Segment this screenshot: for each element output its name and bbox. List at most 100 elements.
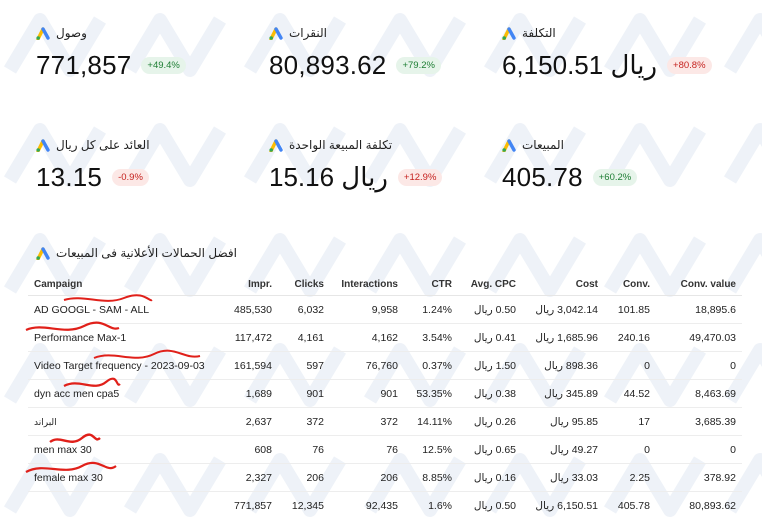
conversion-value-cell: 378.92: [656, 463, 742, 492]
column-header-impressions[interactable]: Impr.: [218, 273, 278, 296]
kpi-value: 405.78: [502, 162, 583, 192]
kpi-card-reach: وصول 771,857 +49.4%: [36, 24, 266, 94]
kpi-change-badge: +49.4%: [141, 57, 186, 74]
campaign-cell[interactable]: البراند: [28, 407, 218, 436]
total-ctr: 1.6%: [428, 499, 452, 512]
kpi-change-badge: -0.9%: [112, 169, 149, 186]
table-header-row: Campaign Impr. Clicks Interactions CTR A…: [28, 273, 742, 296]
kpi-change-badge: +60.2%: [592, 169, 638, 186]
impressions-cell: 608: [218, 435, 278, 464]
cost-cell: 33.03 ريال: [522, 463, 604, 492]
ctr-cell: 14.11%: [404, 407, 458, 436]
total-conversions: 405.78: [617, 499, 650, 512]
impressions-cell: 117,472: [218, 323, 278, 352]
kpi-value: 13.15: [36, 162, 103, 192]
total-interactions: 92,435: [365, 499, 398, 512]
totals-label-cell: [28, 492, 218, 520]
table-row[interactable]: Performance Max-1 117,472 4,161 4,162 3.…: [25, 321, 742, 352]
column-header-avg-cpc[interactable]: Avg. CPC: [458, 273, 522, 296]
google-ads-icon: [36, 246, 50, 260]
campaign-name[interactable]: dyn acc men cpa5: [34, 388, 119, 400]
clicks-cell: 6,032: [278, 295, 330, 324]
avg-cpc-cell: 0.65 ريال: [458, 435, 522, 464]
column-header-ctr[interactable]: CTR: [404, 273, 458, 296]
campaign-name[interactable]: البراند: [34, 417, 57, 428]
table-row[interactable]: female max 30 2,327 206 206 8.85% 0.16 ر…: [25, 461, 742, 492]
impressions-cell: 161,594: [218, 351, 278, 380]
clicks-cell: 597: [278, 351, 330, 380]
column-header-cost[interactable]: Cost: [522, 273, 604, 296]
campaign-cell[interactable]: dyn acc men cpa5: [28, 377, 218, 408]
google-ads-icon: [502, 138, 516, 152]
ctr-cell: 53.35%: [404, 379, 458, 408]
conversions-cell: 44.52: [604, 379, 656, 408]
kpi-label: تكلفة المبيعة الواحدة: [289, 138, 393, 152]
campaign-name[interactable]: Performance Max-1: [34, 332, 126, 344]
interactions-cell: 372: [330, 407, 404, 436]
clicks-cell: 76: [278, 435, 330, 464]
campaign-cell[interactable]: Video Target frequency - 2023-09-03: [28, 349, 218, 380]
conversions-cell: 240.16: [604, 323, 656, 352]
interactions-cell: 9,958: [330, 295, 404, 324]
campaign-cell[interactable]: AD GOOGL - SAM - ALL: [28, 294, 218, 324]
campaign-cell[interactable]: female max 30: [25, 461, 218, 492]
avg-cpc-cell: 1.50 ريال: [458, 351, 522, 380]
table-row[interactable]: men max 30 608 76 76 12.5% 0.65 ريال 49.…: [28, 433, 742, 464]
conversions-cell: 0: [604, 435, 656, 464]
ctr-cell: 3.54%: [404, 323, 458, 352]
column-header-clicks[interactable]: Clicks: [278, 273, 330, 296]
table-row[interactable]: dyn acc men cpa5 1,689 901 901 53.35% 0.…: [28, 377, 742, 408]
campaign-name[interactable]: men max 30: [34, 444, 92, 456]
campaign-cell[interactable]: men max 30: [28, 433, 218, 464]
cost-cell: 898.36 ريال: [522, 351, 604, 380]
campaign-name[interactable]: female max 30: [34, 472, 103, 484]
total-avg-cpc: 0.50 ريال: [473, 499, 516, 512]
conversions-cell: 2.25: [604, 463, 656, 492]
ctr-cell: 12.5%: [404, 435, 458, 464]
conversion-value-cell: 0: [656, 351, 742, 380]
total-clicks: 12,345: [291, 499, 324, 512]
conversion-value-cell: 8,463.69: [656, 379, 742, 408]
table-row[interactable]: البراند 2,637 372 372 14.11% 0.26 ريال 9…: [28, 407, 742, 436]
kpi-value: 15.16 ريال: [269, 162, 388, 192]
column-header-interactions[interactable]: Interactions: [330, 273, 404, 296]
conversion-value-cell: 49,470.03: [656, 323, 742, 352]
campaign-cell[interactable]: Performance Max-1: [25, 321, 218, 352]
column-header-campaign[interactable]: Campaign: [28, 273, 218, 296]
kpi-change-badge: +80.8%: [667, 57, 712, 74]
campaign-name[interactable]: Video Target frequency - 2023-09-03: [34, 360, 205, 372]
cost-cell: 3,042.14 ريال: [522, 295, 604, 324]
kpi-label: المبيعات: [522, 138, 564, 152]
conversion-value-cell: 3,685.39: [656, 407, 742, 436]
kpi-card-conversions: المبيعات 405.78 +60.2%: [502, 136, 732, 206]
kpi-value: 80,893.62: [269, 50, 387, 80]
table-row[interactable]: AD GOOGL - SAM - ALL 485,530 6,032 9,958…: [28, 294, 742, 324]
total-impressions: 771,857: [234, 499, 272, 512]
kpi-label: وصول: [56, 26, 87, 40]
avg-cpc-cell: 0.26 ريال: [458, 407, 522, 436]
conversions-cell: 101.85: [604, 295, 656, 324]
google-ads-icon: [36, 26, 50, 40]
totals-row: 771,857 12,345 92,435 1.6% 0.50 ريال 6,1…: [28, 492, 742, 520]
campaign-name[interactable]: AD GOOGL - SAM - ALL: [34, 304, 149, 316]
impressions-cell: 485,530: [218, 295, 278, 324]
campaign-table: Campaign Impr. Clicks Interactions CTR A…: [25, 273, 742, 520]
table-title-text: افضل الحمالات الأعلانية فى المبيعات: [56, 246, 237, 260]
impressions-cell: 2,637: [218, 407, 278, 436]
avg-cpc-cell: 0.38 ريال: [458, 379, 522, 408]
kpi-value: 771,857: [36, 50, 132, 80]
table-row[interactable]: Video Target frequency - 2023-09-03 161,…: [28, 349, 742, 380]
kpi-card-cost: التكلفة 6,150.51 ريال +80.8%: [502, 24, 732, 94]
table-title: افضل الحمالات الأعلانية فى المبيعات: [36, 246, 237, 260]
ctr-cell: 8.85%: [404, 463, 458, 492]
kpi-card-roas: العائد على كل ريال 13.15 -0.9%: [36, 136, 266, 206]
column-header-conversions[interactable]: Conv.: [604, 273, 656, 296]
interactions-cell: 76: [330, 435, 404, 464]
conversions-cell: 0: [604, 351, 656, 380]
avg-cpc-cell: 0.16 ريال: [458, 463, 522, 492]
interactions-cell: 4,162: [330, 323, 404, 352]
cost-cell: 345.89 ريال: [522, 379, 604, 408]
total-cost: 6,150.51 ريال: [535, 499, 598, 512]
clicks-cell: 372: [278, 407, 330, 436]
column-header-conversion-value[interactable]: Conv. value: [656, 273, 742, 296]
